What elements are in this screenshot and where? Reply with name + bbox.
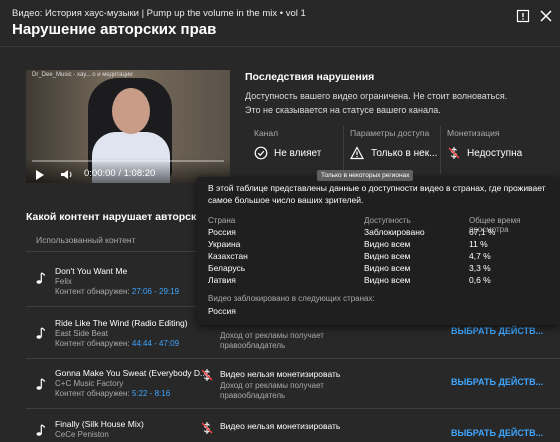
popup-availability: Видно всем [364, 275, 411, 285]
popup-country: Казахстан [208, 251, 248, 261]
track-detected: Контент обнаружен: 44:44 - 47:09 [55, 339, 180, 348]
video-overlay-text: Dr_Dee_Music - хау... о и медитации [32, 72, 133, 78]
table-divider [26, 408, 560, 409]
close-icon[interactable] [539, 9, 553, 23]
column-divider [440, 126, 441, 174]
access-label: Параметры доступа [350, 128, 430, 138]
no-money-icon [448, 147, 460, 159]
track-title: Finally (Silk House Mix) [55, 419, 144, 429]
timestamp-link[interactable]: 44:44 - 47:09 [132, 339, 179, 348]
popup-country: Украина [208, 239, 241, 249]
track-title: Gonna Make You Sweat (Everybody D... [55, 368, 208, 378]
col-used-content: Использованный контент [36, 235, 136, 245]
blocked-countries-value: Россия [208, 306, 236, 316]
track-title: Don't You Want Me [55, 266, 128, 276]
track-detected: Контент обнаружен: 27:06 - 29:19 [55, 287, 180, 296]
popup-watchtime: 4,7 % [469, 251, 491, 261]
access-value[interactable]: Только в нек... [371, 148, 437, 159]
video-progress-bar[interactable] [32, 160, 224, 162]
music-note-icon [36, 424, 46, 436]
consequences-description: Доступность вашего видео ограничена. Не … [245, 91, 508, 115]
restriction-detail: Доход от рекламы получает правообладател… [220, 381, 324, 400]
popup-availability: Видно всем [364, 239, 411, 249]
volume-icon[interactable] [60, 169, 74, 180]
popup-availability: Видно всем [364, 263, 411, 273]
popup-availability: Заблокировано [364, 227, 425, 237]
video-player[interactable]: Dr_Dee_Music - хау... о и медитации 0:00… [26, 70, 230, 183]
warning-icon [350, 146, 364, 160]
restriction-detail: Доход от рекламы получает правообладател… [220, 331, 324, 350]
table-divider [26, 358, 560, 359]
video-time: 0:00:00 / 1:08:20 [84, 168, 156, 179]
no-money-icon [201, 422, 213, 434]
page-title: Нарушение авторских прав [12, 21, 217, 38]
track-detected: Контент обнаружен: 5:22 - 8:16 [55, 389, 171, 398]
video-person-head [112, 88, 150, 134]
choose-action-button[interactable]: ВЫБРАТЬ ДЕЙСТВ... [451, 326, 543, 336]
music-note-icon [36, 378, 46, 390]
popup-description: В этой таблице представлены данные о дос… [208, 183, 546, 205]
channel-value: Не влияет [274, 148, 322, 159]
popup-country: Латвия [208, 275, 236, 285]
flag-icon[interactable] [516, 9, 530, 23]
video-subtitle: Видео: История хаус-музыки | Pump up the… [12, 8, 306, 19]
header-divider [0, 46, 560, 47]
choose-action-button[interactable]: ВЫБРАТЬ ДЕЙСТВ... [451, 428, 543, 438]
column-divider [343, 126, 344, 174]
timestamp-link[interactable]: 5:22 - 8:16 [132, 389, 170, 398]
channel-label: Канал [254, 128, 279, 138]
blocked-countries-label: Видео заблокировано в следующих странах: [208, 294, 375, 303]
no-money-icon [201, 369, 213, 381]
track-artist: CeCe Peniston [55, 430, 109, 439]
play-icon[interactable] [36, 170, 44, 180]
monetization-value: Недоступна [467, 148, 523, 159]
music-note-icon [36, 327, 46, 339]
popup-availability: Видно всем [364, 251, 411, 261]
popup-col-availability: Доступность [364, 216, 411, 225]
popup-country: Беларусь [208, 263, 246, 273]
popup-watchtime: 3,3 % [469, 263, 491, 273]
consequences-title: Последствия нарушения [245, 71, 375, 83]
restriction-title: Видео нельзя монетизировать [220, 421, 341, 431]
monetization-label: Монетизация [447, 128, 500, 138]
track-artist: C+C Music Factory [55, 379, 124, 388]
track-title: Ride Like The Wind (Radio Editing) [55, 318, 188, 328]
music-note-icon [36, 272, 46, 284]
availability-popup: В этой таблице представлены данные о дос… [197, 177, 560, 325]
choose-action-button[interactable]: ВЫБРАТЬ ДЕЙСТВ... [451, 377, 543, 387]
popup-col-country: Страна [208, 216, 236, 225]
access-tooltip: Только в некоторых регионах [317, 170, 414, 181]
restriction-title: Видео нельзя монетизировать [220, 369, 341, 379]
popup-watchtime: 0,6 % [469, 275, 491, 285]
check-circle-icon [254, 146, 268, 160]
timestamp-link[interactable]: 27:06 - 29:19 [132, 287, 179, 296]
track-artist: Felix [55, 277, 72, 286]
popup-watchtime: 11 % [469, 239, 488, 249]
popup-country: Россия [208, 227, 236, 237]
track-artist: East Side Beat [55, 329, 108, 338]
popup-watchtime: 67,1 % [469, 227, 496, 237]
